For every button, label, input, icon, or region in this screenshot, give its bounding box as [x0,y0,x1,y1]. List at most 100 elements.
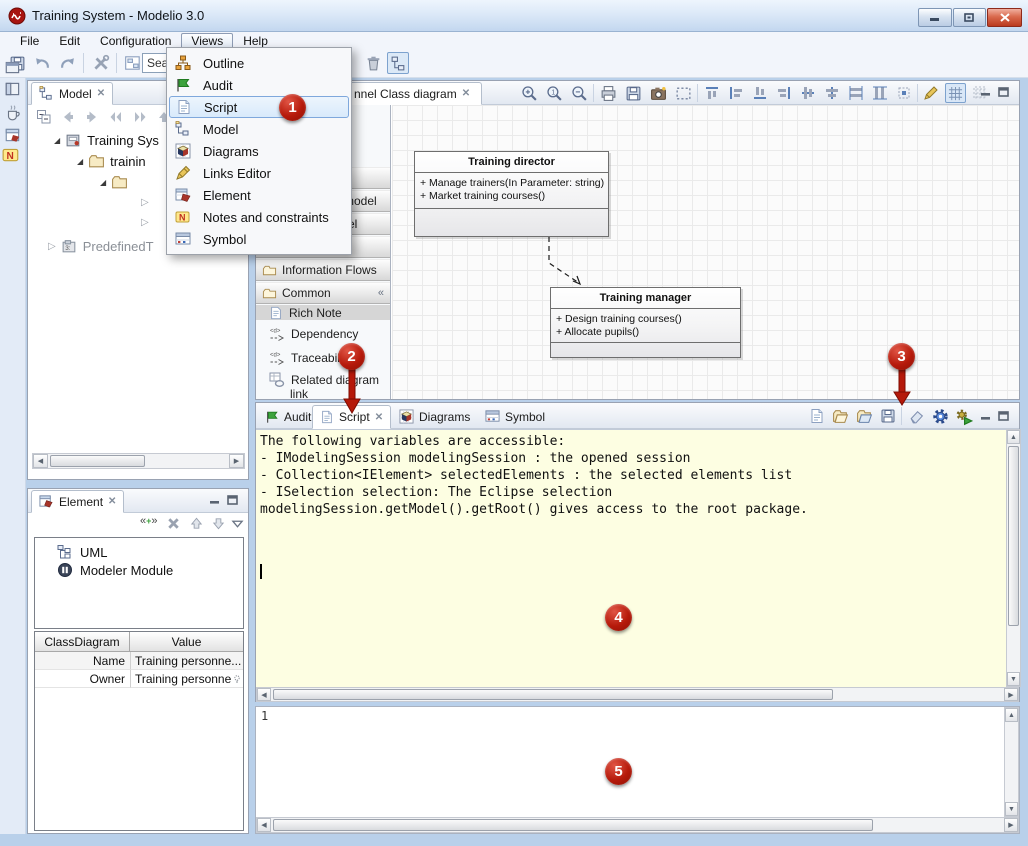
diagram-canvas[interactable]: Training director + Manage trainers(In P… [392,105,1019,399]
save-script-icon[interactable] [880,408,896,424]
menu-item-model[interactable]: Model [167,118,351,140]
expander-icon[interactable]: ◢ [100,178,106,187]
menu-item-outline[interactable]: Outline [167,52,351,74]
list-item-modeler-module[interactable]: Modeler Module [57,561,173,579]
move-up-icon[interactable] [189,516,204,531]
menu-item-links-editor[interactable]: Links Editor [167,162,351,184]
same-width-icon[interactable] [848,85,864,101]
forward-arrow-icon[interactable] [84,109,100,125]
center-vertical-icon[interactable] [800,85,816,101]
console-hscrollbar[interactable]: ◀ ▶ [256,687,1019,702]
align-top-icon[interactable] [704,85,720,101]
scroll-thumb[interactable] [50,455,145,467]
scroll-left-button[interactable]: ◀ [257,688,271,701]
settings-gear-icon[interactable] [932,408,949,425]
palette-collapse-icon[interactable]: « [378,287,384,299]
tab-model[interactable]: Model ✕ [31,82,114,105]
run-script-icon[interactable] [955,408,973,426]
style-editor-icon[interactable] [923,85,939,101]
minimize-view-icon[interactable] [980,87,993,98]
panel-shortcut-icon[interactable] [4,80,22,98]
move-down-icon[interactable] [211,516,226,531]
show-grid-button[interactable] [945,83,966,103]
view-menu-icon[interactable] [231,519,244,529]
selection-icon[interactable] [675,85,692,102]
menu-file[interactable]: File [10,33,49,49]
add-stereotype-icon[interactable]: «+» [140,515,158,527]
tab-symbol[interactable]: Symbol [478,405,552,428]
list-item-uml[interactable]: UML [57,543,107,561]
cell-edit-icon[interactable] [232,674,242,684]
save-diagram-icon[interactable] [625,85,642,102]
back-arrow-icon[interactable] [60,109,76,125]
align-bottom-icon[interactable] [752,85,768,101]
minimize-button[interactable] [918,8,952,27]
scroll-down-button[interactable]: ▼ [1007,672,1020,686]
script-console[interactable]: The following variables are accessible: … [256,429,1006,687]
table-row-name-value[interactable]: Training personne... [130,652,243,670]
zoom-in-icon[interactable] [521,85,538,102]
close-icon[interactable]: ✕ [108,496,116,507]
expander-collapsed-icon[interactable]: ▷ [141,197,149,208]
print-icon[interactable] [600,85,617,102]
expander-icon[interactable]: ◢ [54,136,60,145]
close-icon[interactable]: ✕ [375,412,383,423]
zoom-100-icon[interactable]: 1 [546,85,563,102]
tab-element[interactable]: Element ✕ [31,490,125,513]
scroll-up-button[interactable]: ▲ [1005,708,1018,722]
tree-item-collapsed-2[interactable]: ▷ [141,213,149,232]
minimize-view-icon[interactable] [980,411,993,422]
menu-item-notes-and-constraints[interactable]: N Notes and constraints [167,206,351,228]
table-header-classdiagram[interactable]: ClassDiagram [35,632,130,652]
menu-item-symbol[interactable]: Symbol [167,228,351,250]
redo-button[interactable] [56,52,78,74]
table-row-owner-label[interactable]: Owner [35,670,130,688]
delete-model-button[interactable] [362,52,384,74]
scroll-right-button[interactable]: ▶ [1004,818,1018,832]
snapshot-icon[interactable] [650,85,667,102]
scroll-right-button[interactable]: ▶ [229,454,244,468]
minimize-view-icon[interactable] [209,495,222,506]
script-input-editor[interactable]: 1 [256,707,1004,817]
tree-item-training-system[interactable]: ◢ Training Sys [54,131,159,150]
clear-console-icon[interactable] [908,408,925,425]
collapse-all-icon[interactable] [36,109,52,125]
tools-button[interactable] [90,52,112,74]
maximize-view-icon[interactable] [998,87,1011,98]
input-hscrollbar[interactable]: ◀ ▶ [256,817,1019,833]
align-right-icon[interactable] [776,85,792,101]
tree-item-collapsed-1[interactable]: ▷ [141,193,149,212]
double-back-icon[interactable] [108,109,124,125]
palette-item-traceability[interactable]: <d> Traceability [256,349,390,367]
scroll-up-button[interactable]: ▲ [1007,430,1020,444]
menu-item-element[interactable]: Element [167,184,351,206]
fit-size-icon[interactable] [896,85,912,101]
element-shortcut-icon[interactable] [4,126,22,144]
table-header-value[interactable]: Value [130,632,243,652]
menu-item-audit[interactable]: Audit [167,74,351,96]
close-icon[interactable]: ✕ [97,88,105,99]
expander-icon[interactable]: ◢ [77,157,83,166]
menu-item-script[interactable]: Script [169,96,349,118]
maximize-view-icon[interactable] [227,495,240,506]
scroll-down-button[interactable]: ▼ [1005,802,1018,816]
scroll-left-button[interactable]: ◀ [33,454,48,468]
expander-collapsed-icon[interactable]: ▷ [141,217,149,228]
java-console-icon[interactable] [4,104,22,122]
maximize-view-icon[interactable] [998,411,1011,422]
tree-item-training-folder[interactable]: ◢ trainin [77,152,146,171]
open-script-icon[interactable] [832,408,849,425]
model-tree-hscrollbar[interactable]: ◀ ▶ [32,453,245,469]
center-horizontal-icon[interactable] [824,85,840,101]
undo-button[interactable] [31,52,53,74]
palette-item-related-diagram-link-2[interactable]: link [256,385,390,403]
model-view-toggle-button[interactable] [387,52,409,74]
tab-audit[interactable]: Audit [258,405,318,428]
tree-item-subfolder[interactable]: ◢ [100,173,128,192]
new-diagram-button[interactable] [122,52,144,74]
input-vscrollbar[interactable]: ▲ ▼ [1004,707,1019,817]
palette-group-common[interactable]: Common « [256,282,390,304]
scroll-thumb[interactable] [273,689,833,700]
palette-group-information-flows[interactable]: Information Flows [256,259,390,281]
tree-item-predefined-types[interactable]: ▷ 3: PredefinedT [48,237,154,256]
